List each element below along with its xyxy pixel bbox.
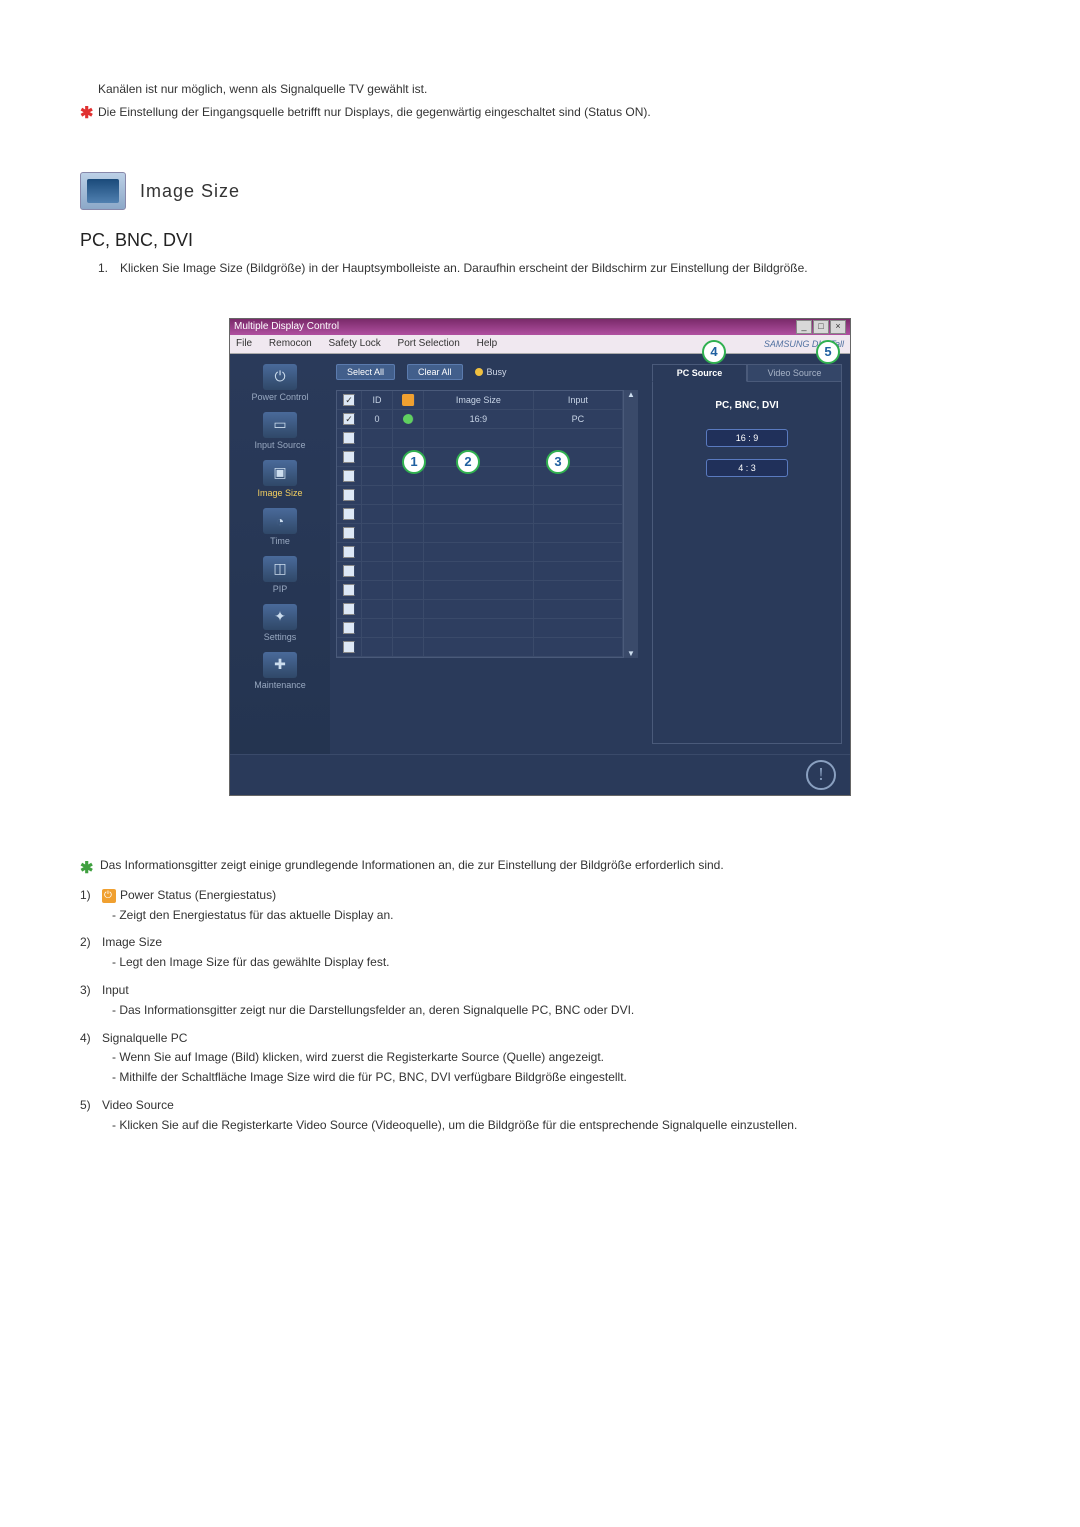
sidebar: ⏻ Power Control ▭ Input Source ▣ Image S… (230, 354, 330, 754)
menu-safety-lock[interactable]: Safety Lock (329, 338, 381, 349)
ratio-16-9-button[interactable]: 16 : 9 (706, 429, 788, 447)
power-status-icon (403, 414, 414, 424)
menu-file[interactable]: File (236, 338, 252, 349)
table-row[interactable] (337, 543, 623, 562)
intro-line-1: Kanälen ist nur möglich, wenn als Signal… (98, 80, 1000, 99)
close-button[interactable]: × (830, 320, 846, 334)
busy-indicator: Busy (475, 367, 507, 377)
callout-3: 3 (546, 450, 570, 474)
menu-remocon[interactable]: Remocon (269, 338, 312, 349)
section-subtitle: PC, BNC, DVI (80, 230, 1000, 251)
tab-pc-source[interactable]: PC Source (652, 364, 747, 382)
desc-item-5: 5) Video Source - Klicken Sie auf die Re… (80, 1096, 1000, 1136)
header-input: Input (534, 391, 623, 409)
table-row[interactable] (337, 429, 623, 448)
tab-video-source[interactable]: Video Source (747, 364, 842, 382)
menu-port-selection[interactable]: Port Selection (398, 338, 460, 349)
table-row[interactable] (337, 448, 623, 467)
table-row[interactable] (337, 486, 623, 505)
asterisk-icon: ✱ (80, 101, 93, 127)
table-row[interactable] (337, 524, 623, 543)
busy-dot-icon (475, 368, 483, 376)
header-id: ID (362, 391, 393, 409)
sidebar-item-power-control[interactable]: ⏻ Power Control (240, 364, 320, 402)
time-icon: ◔ (263, 508, 297, 534)
table-row[interactable]: 0 16:9 PC (337, 410, 623, 429)
info-grid: ID Image Size Input 0 16:9 PC (336, 390, 624, 658)
scrollbar[interactable]: ▲ ▼ (624, 390, 638, 658)
menubar: File Remocon Safety Lock Port Selection … (230, 335, 850, 354)
titlebar: Multiple Display Control _ □ × (230, 319, 850, 335)
star-icon: ✱ (80, 856, 93, 882)
callout-1: 1 (402, 450, 426, 474)
power-status-inline-icon (102, 889, 116, 903)
desc-intro: ✱ Das Informationsgitter zeigt einige gr… (80, 856, 1000, 876)
maintenance-icon: ✚ (263, 652, 297, 678)
power-icon: ⏻ (263, 364, 297, 390)
intro-line-2: ✱ Die Einstellung der Eingangsquelle bet… (98, 103, 1000, 122)
clear-all-button[interactable]: Clear All (407, 364, 463, 380)
select-all-button[interactable]: Select All (336, 364, 395, 380)
sidebar-item-settings[interactable]: ✦ Settings (240, 604, 320, 642)
desc-item-1: 1) Power Status (Energiestatus) - Zeigt … (80, 886, 1000, 926)
menu-help[interactable]: Help (477, 338, 498, 349)
callout-5: 5 (816, 340, 840, 364)
maximize-button[interactable]: □ (813, 320, 829, 334)
table-row[interactable] (337, 562, 623, 581)
desc-item-4: 4) Signalquelle PC - Wenn Sie auf Image … (80, 1029, 1000, 1088)
minimize-button[interactable]: _ (796, 320, 812, 334)
sidebar-item-time[interactable]: ◔ Time (240, 508, 320, 546)
table-row[interactable] (337, 619, 623, 638)
scroll-up-icon[interactable]: ▲ (627, 390, 635, 399)
callout-2: 2 (456, 450, 480, 474)
info-icon[interactable]: ! (806, 760, 836, 790)
sidebar-item-maintenance[interactable]: ✚ Maintenance (240, 652, 320, 690)
step-1: 1. Klicken Sie Image Size (Bildgröße) in… (98, 259, 1000, 278)
table-row[interactable] (337, 505, 623, 524)
image-size-icon (80, 172, 126, 210)
desc-item-3: 3) Input - Das Informationsgitter zeigt … (80, 981, 1000, 1021)
table-row[interactable] (337, 600, 623, 619)
section-title: Image Size (140, 181, 240, 202)
scroll-down-icon[interactable]: ▼ (627, 649, 635, 658)
settings-icon: ✦ (263, 604, 297, 630)
sidebar-item-pip[interactable]: ◫ PIP (240, 556, 320, 594)
power-header-icon (402, 394, 415, 406)
callout-4: 4 (702, 340, 726, 364)
status-bar: ! (230, 754, 850, 795)
header-image-size: Image Size (424, 391, 534, 409)
sidebar-item-image-size[interactable]: ▣ Image Size (240, 460, 320, 498)
app-window: Multiple Display Control _ □ × File Remo… (229, 318, 851, 796)
row-checkbox[interactable] (343, 413, 355, 425)
table-row[interactable] (337, 581, 623, 600)
panel-title: PC, BNC, DVI (661, 400, 833, 411)
sidebar-item-input-source[interactable]: ▭ Input Source (240, 412, 320, 450)
pip-icon: ◫ (263, 556, 297, 582)
image-size-icon: ▣ (263, 460, 297, 486)
desc-item-2: 2) Image Size - Legt den Image Size für … (80, 933, 1000, 973)
header-checkbox[interactable] (343, 394, 355, 406)
ratio-4-3-button[interactable]: 4 : 3 (706, 459, 788, 477)
input-source-icon: ▭ (263, 412, 297, 438)
table-row[interactable] (337, 467, 623, 486)
table-row[interactable] (337, 638, 623, 657)
